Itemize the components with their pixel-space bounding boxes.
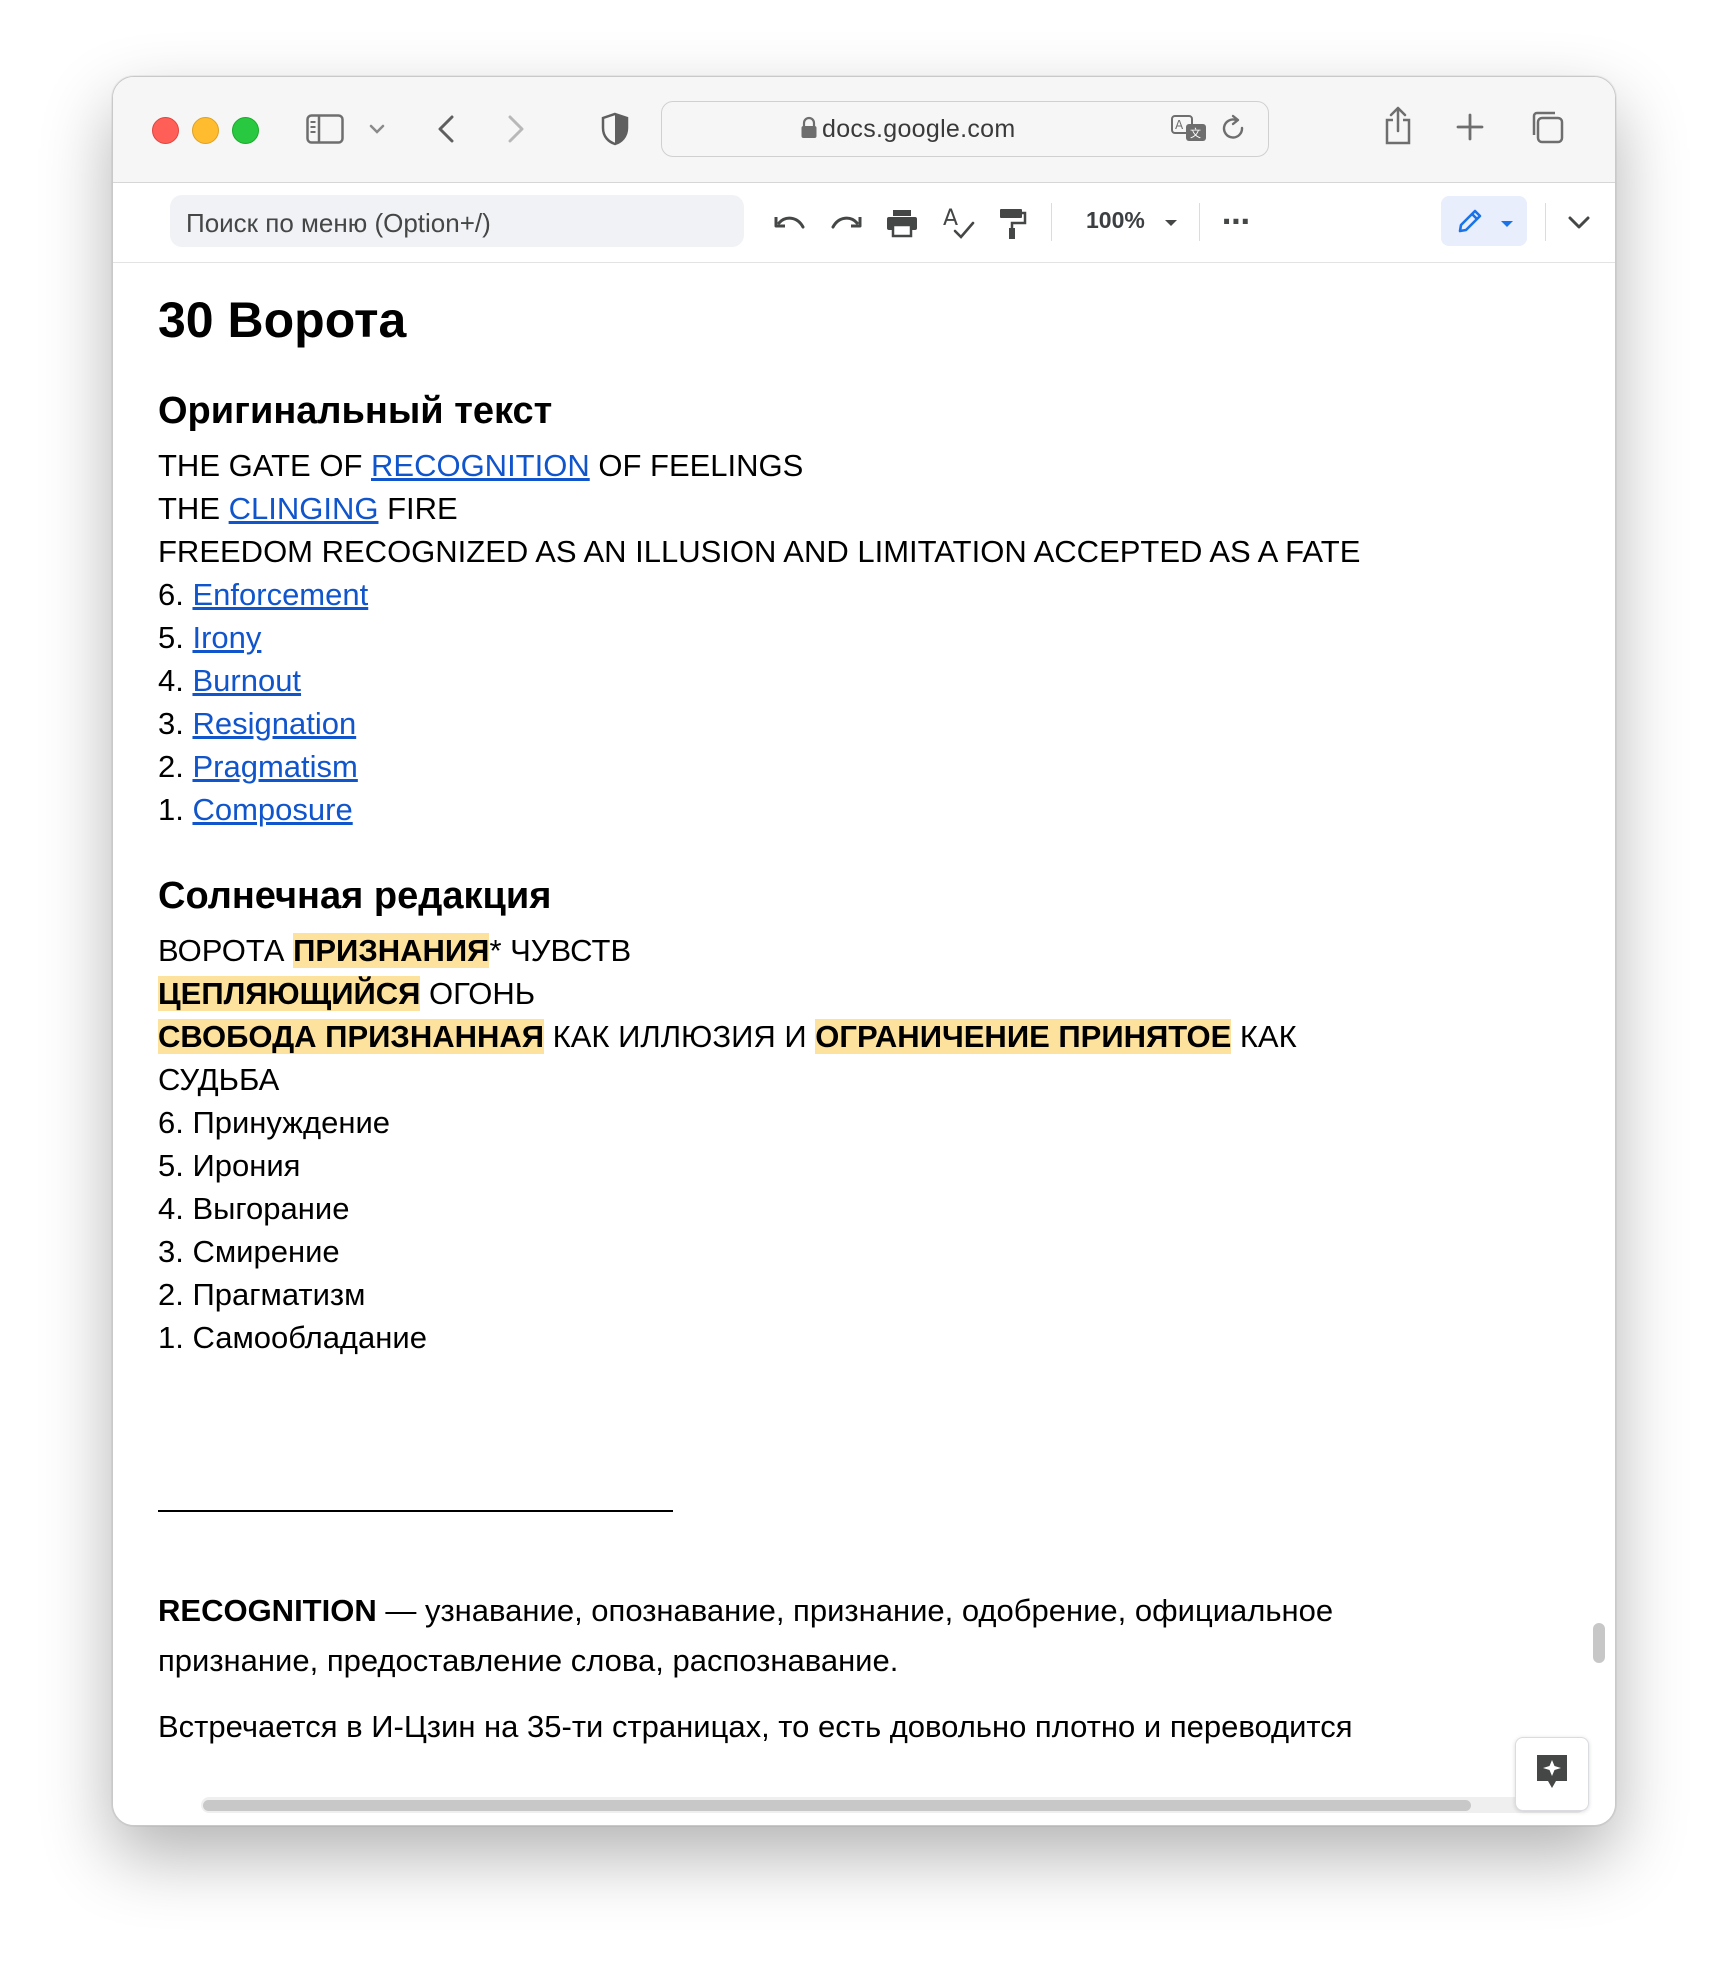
line-number: 3. [158, 706, 193, 741]
print-icon[interactable] [883, 205, 921, 241]
menu-search-placeholder: Поиск по меню (Option+/) [186, 208, 491, 238]
original-line-item: 3. Resignation [158, 704, 356, 744]
text-segment: THE GATE OF [158, 448, 371, 483]
redo-icon[interactable] [827, 207, 865, 241]
line-number: 2. [158, 749, 193, 784]
zoom-dropdown-icon[interactable] [1161, 215, 1181, 231]
recognition-link[interactable]: RECOGNITION [371, 448, 590, 483]
docs-toolbar: Поиск по меню (Option+/) A 100% ⋯ [113, 183, 1615, 263]
line-number: 5. [158, 620, 193, 655]
back-icon[interactable] [431, 109, 461, 149]
url-text: docs.google.com [822, 115, 1016, 143]
highlighted-term: ПРИЗНАНИЯ [293, 933, 490, 968]
vertical-scrollbar[interactable] [1593, 1623, 1605, 1663]
browser-titlebar: docs.google.com A文 [113, 77, 1615, 183]
original-line-1: THE GATE OF RECOGNITION OF FEELINGS [158, 446, 803, 486]
line-link-irony[interactable]: Irony [192, 620, 261, 655]
footnote-term: RECOGNITION [158, 1593, 377, 1628]
original-line-3: FREEDOM RECOGNIZED AS AN ILLUSION AND LI… [158, 534, 1361, 569]
close-window-button[interactable] [152, 117, 179, 144]
address-bar[interactable]: docs.google.com A文 [661, 101, 1269, 157]
solar-edition-heading: Солнечная редакция [158, 875, 552, 917]
share-icon[interactable] [1381, 103, 1415, 149]
highlighted-term: ОГРАНИЧЕНИЕ ПРИНЯТОЕ [815, 1019, 1232, 1054]
line-link-burnout[interactable]: Burnout [192, 663, 301, 698]
text-segment: * ЧУВСТВ [489, 933, 632, 968]
footnote-definition-text: — узнавание, опознавание, признание, одо… [376, 1593, 1334, 1628]
text-segment: КАК [1231, 1019, 1297, 1054]
text-segment: ВОРОТА [158, 933, 294, 968]
text-segment: FIRE [378, 491, 458, 526]
solar-line-1: ВОРОТА ПРИЗНАНИЯ* ЧУВСТВ [158, 931, 631, 971]
svg-text:A: A [1175, 118, 1184, 132]
lock-icon [800, 116, 818, 145]
zoom-select[interactable]: 100% [1086, 207, 1145, 234]
undo-icon[interactable] [771, 207, 809, 241]
document-page: 30 Ворота Оригинальный текст THE GATE OF… [113, 263, 1615, 1825]
toolbar-divider [1545, 203, 1546, 241]
sparkle-icon [1534, 1753, 1570, 1796]
highlighted-term: СВОБОДА ПРИЗНАННАЯ [158, 1019, 545, 1054]
line-number: 4. [158, 663, 193, 698]
text-segment: OF FEELINGS [589, 448, 804, 483]
footnote-definition: RECOGNITION — узнавание, опознавание, пр… [158, 1586, 1333, 1636]
shield-icon[interactable] [598, 109, 632, 149]
text-segment: КАК ИЛЛЮЗИЯ И [544, 1019, 816, 1054]
solar-line-item: 6. Принуждение [158, 1105, 391, 1140]
line-link-enforcement[interactable]: Enforcement [192, 577, 368, 612]
solar-line-item: 5. Ирония [158, 1148, 301, 1183]
original-line-2: THE CLINGING FIRE [158, 489, 458, 529]
line-number: 1. [158, 792, 193, 827]
svg-text:文: 文 [1190, 126, 1201, 140]
chevron-down-icon[interactable] [367, 117, 387, 141]
browser-window: docs.google.com A文 Поиск по меню (Option… [112, 76, 1616, 1826]
chevron-down-icon [1499, 216, 1515, 234]
solar-line-2: ЦЕПЛЯЮЩИЙСЯ ОГОНЬ [158, 974, 535, 1014]
more-options-icon[interactable]: ⋯ [1219, 201, 1253, 241]
tabs-icon[interactable] [1527, 107, 1567, 147]
collapse-menus-icon[interactable] [1565, 211, 1593, 235]
forward-icon[interactable] [501, 109, 531, 149]
original-line-item: 5. Irony [158, 618, 261, 658]
toolbar-divider [1051, 203, 1052, 241]
line-number: 6. [158, 577, 193, 612]
footnote-separator [158, 1510, 673, 1512]
original-line-item: 1. Composure [158, 790, 353, 830]
paint-format-icon[interactable] [993, 203, 1031, 243]
solar-line-item: 4. Выгорание [158, 1191, 350, 1226]
minimize-window-button[interactable] [192, 117, 219, 144]
solar-line-4: СУДЬБА [158, 1062, 280, 1097]
solar-line-item: 3. Смирение [158, 1234, 340, 1269]
spellcheck-icon[interactable]: A [939, 203, 977, 243]
editing-mode-button[interactable] [1441, 196, 1527, 246]
original-line-item: 2. Pragmatism [158, 747, 358, 787]
line-link-composure[interactable]: Composure [192, 792, 352, 827]
reload-icon[interactable] [1220, 114, 1248, 149]
text-segment: THE [158, 491, 229, 526]
original-line-item: 4. Burnout [158, 661, 301, 701]
solar-line-item: 2. Прагматизм [158, 1277, 366, 1312]
document-title: 30 Ворота [158, 292, 407, 348]
explore-button[interactable] [1515, 1737, 1589, 1811]
toolbar-divider [1199, 203, 1200, 241]
highlighted-term: ЦЕПЛЯЮЩИЙСЯ [158, 976, 421, 1011]
original-text-heading: Оригинальный текст [158, 390, 553, 432]
svg-text:A: A [943, 206, 958, 231]
pencil-icon [1455, 206, 1485, 241]
original-line-item: 6. Enforcement [158, 575, 368, 615]
solar-line-3: СВОБОДА ПРИЗНАННАЯ КАК ИЛЛЮЗИЯ И ОГРАНИЧ… [158, 1017, 1297, 1057]
zoom-window-button[interactable] [232, 117, 259, 144]
footnote-definition-cont: признание, предоставление слова, распозн… [158, 1643, 899, 1678]
translate-icon[interactable]: A文 [1170, 114, 1210, 149]
solar-line-item: 1. Самообладание [158, 1320, 427, 1355]
sidebar-icon[interactable] [305, 109, 345, 149]
plus-icon[interactable] [1453, 109, 1487, 145]
line-link-resignation[interactable]: Resignation [192, 706, 356, 741]
horizontal-scrollbar[interactable] [203, 1800, 1471, 1811]
text-segment: ОГОНЬ [420, 976, 536, 1011]
clinging-link[interactable]: CLINGING [229, 491, 379, 526]
footnote-paragraph: Встречается в И-Цзин на 35-ти страницах,… [158, 1709, 1353, 1744]
menu-search-input[interactable]: Поиск по меню (Option+/) [170, 195, 744, 247]
line-link-pragmatism[interactable]: Pragmatism [192, 749, 357, 784]
